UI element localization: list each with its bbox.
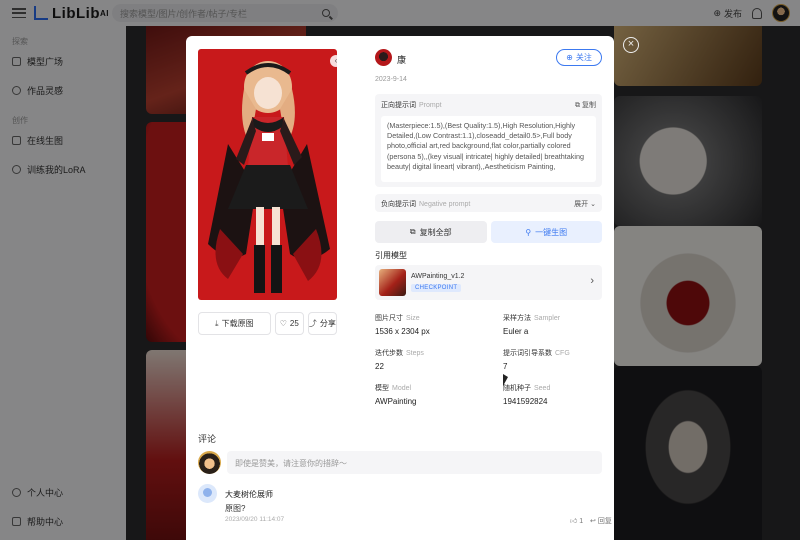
comments-title: 评论 — [198, 434, 217, 444]
copy-all-button[interactable]: ⧉ 复制全部 — [375, 221, 487, 243]
comment-input[interactable]: 即使是赞美，请注意你的措辞～ — [227, 451, 602, 474]
model-thumbnail — [379, 269, 406, 296]
param-cfg: 提示词引导系数 CFG 7 — [503, 350, 570, 371]
param-sampler: 采样方法 Sampler Euler a — [503, 315, 561, 336]
comment-like-button[interactable]: 👍︎ 1 — [570, 516, 583, 525]
param-model: 模型 Model AWPainting — [375, 385, 417, 406]
share-button[interactable]: ⤴ 分享 — [307, 312, 337, 335]
commenter-name[interactable]: 大麦树伦展师 — [225, 489, 273, 500]
prompt-section: 正向提示词 Prompt ⧉ 复制 (Masterpiece:1.5),(Best… — [375, 94, 602, 187]
negative-prompt-section[interactable]: 负向提示词 Negative prompt 展开 ⌄ — [375, 194, 602, 212]
expand-negative-button[interactable]: 展开 ⌄ — [574, 199, 596, 209]
param-seed: 随机种子 Seed 1941592824 — [503, 385, 551, 406]
prompt-text: (Masterpiece:1.5),(Best Quality:1.5),Hig… — [381, 116, 596, 182]
copy-prompt-button[interactable]: ⧉ 复制 — [575, 100, 596, 110]
magic-wand-icon: ⚲ — [525, 227, 532, 237]
follow-button[interactable]: ⊕ 关注 — [556, 49, 602, 66]
commenter-avatar[interactable] — [198, 484, 217, 503]
model-name: AWPainting_v1.2 — [411, 273, 465, 280]
author-avatar[interactable] — [375, 49, 392, 66]
model-card[interactable]: AWPainting_v1.2 CHECKPOINT › — [375, 265, 602, 300]
artwork-actions: ⤓ 下载原图 ♡ 25 ⤴ 分享 — [198, 312, 337, 335]
comment-reply-button[interactable]: ↩ 回复 — [590, 516, 612, 526]
model-type-badge: CHECKPOINT — [411, 284, 462, 292]
share-icon: ⤴ — [308, 319, 317, 328]
post-date: 2023-9-14 — [375, 76, 407, 83]
mouse-cursor — [503, 374, 508, 386]
reply-icon: ↩ — [590, 518, 596, 525]
referenced-model-title: 引用模型 — [375, 251, 407, 260]
param-size: 图片尺寸 Size 1536 x 2304 px — [375, 315, 430, 336]
author-name[interactable]: 康 — [397, 53, 406, 66]
prompt-label: 正向提示词 Prompt — [381, 102, 442, 109]
like-button[interactable]: ♡ 25 — [274, 312, 304, 335]
artwork-prev-button[interactable]: ‹ — [330, 55, 337, 67]
copy-icon: ⧉ — [575, 102, 581, 109]
chevron-right-icon: › — [590, 275, 594, 287]
close-button[interactable]: × — [623, 37, 639, 53]
anime-girl-illustration — [208, 61, 330, 293]
chevron-down-icon: ⌄ — [590, 201, 596, 208]
user-plus-icon: ⊕ — [566, 53, 573, 62]
comment-text: 原图? — [225, 504, 246, 513]
generate-button[interactable]: ⚲ 一键生图 — [490, 221, 602, 243]
my-avatar — [198, 451, 221, 474]
comment-time: 2023/09/20 11:14:07 — [225, 516, 285, 523]
prompt-actions: ⧉ 复制全部 ⚲ 一键生图 — [375, 221, 602, 243]
artwork-image[interactable]: ‹ › — [198, 49, 337, 300]
heart-icon: ♡ — [279, 319, 287, 328]
copy-icon: ⧉ — [409, 227, 416, 236]
negative-prompt-label: 负向提示词 Negative prompt — [381, 201, 471, 208]
param-steps: 迭代步数 Steps 22 — [375, 350, 424, 371]
download-icon: ⤓ — [215, 318, 219, 328]
image-detail-modal: ‹ › ⤓下载原图 ♡25 ⤴分享 康 ⊕关注 2023-9-14 正向提示词P… — [186, 36, 614, 540]
thumb-up-icon: 👍︎ — [570, 518, 578, 525]
download-button[interactable]: ⤓ 下载原图 — [198, 312, 271, 335]
